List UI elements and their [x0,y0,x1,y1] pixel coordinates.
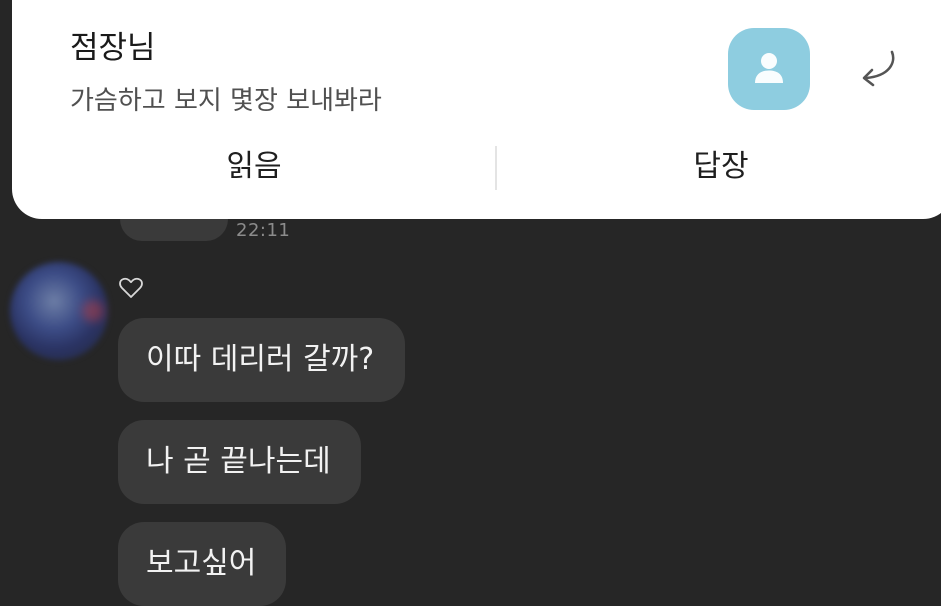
read-button[interactable]: 읽음 [12,142,496,192]
heart-icon[interactable] [118,276,144,300]
person-icon [755,53,783,83]
notification-message: 가슴하고 보지 몇장 보내봐라 [70,86,382,116]
sender-avatar[interactable] [10,262,108,360]
message-bubble[interactable]: 이따 데리러 갈까? [118,318,405,402]
reply-button[interactable]: 답장 [496,142,941,192]
message-bubble[interactable]: 보고싶어 [118,522,286,606]
message-notification[interactable]: 점장님 가슴하고 보지 몇장 보내봐라 읽음 답장 [12,0,941,219]
notification-sender: 점장님 [70,30,156,66]
message-text: 보고싶어 [146,546,257,581]
reply-arrow-icon[interactable] [852,46,900,90]
message-timestamp: 22:11 [236,220,291,241]
message-text: 이따 데리러 갈까? [146,342,375,377]
contact-avatar [728,28,810,110]
message-text: 나 곧 끝나는데 [146,444,331,479]
message-bubble[interactable]: 나 곧 끝나는데 [118,420,361,504]
